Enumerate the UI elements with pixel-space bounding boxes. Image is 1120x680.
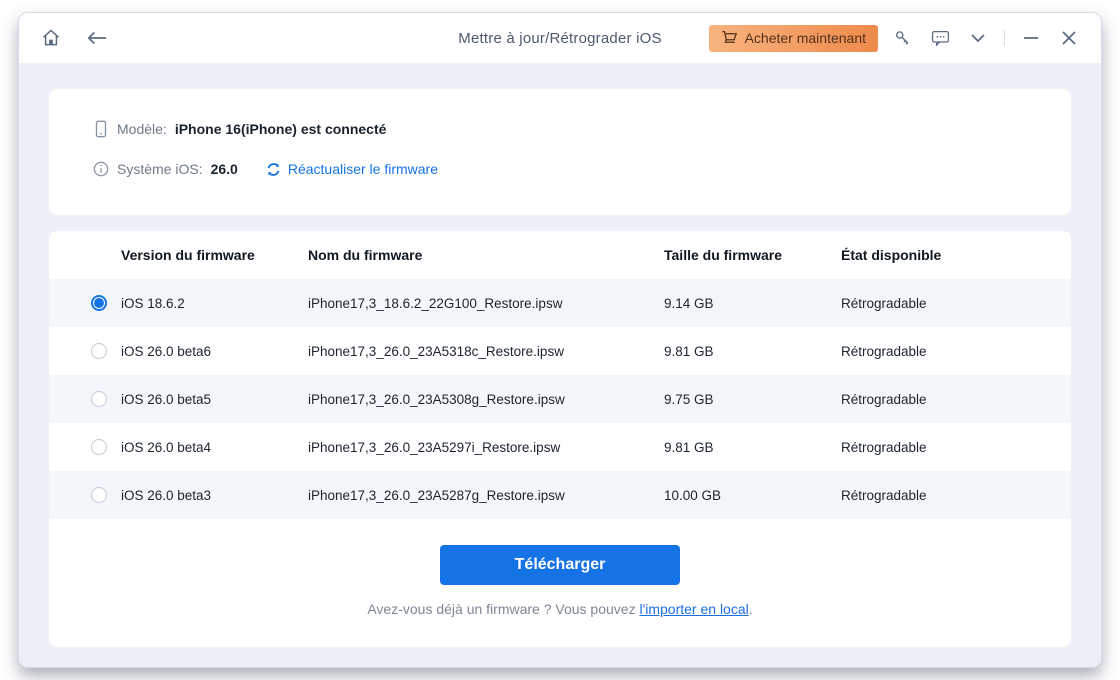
import-hint-suffix: .	[749, 601, 753, 617]
firmware-radio[interactable]	[91, 487, 107, 503]
firmware-panel: Version du firmware Nom du firmware Tail…	[49, 231, 1071, 647]
firmware-size: 9.81 GB	[664, 344, 841, 359]
firmware-status: Rétrogradable	[841, 488, 1071, 503]
firmware-status: Rétrogradable	[841, 392, 1071, 407]
main-content: Modèle: iPhone 16(iPhone) est connecté S…	[19, 63, 1101, 647]
firmware-table-header: Version du firmware Nom du firmware Tail…	[49, 231, 1071, 279]
buy-now-label: Acheter maintenant	[745, 30, 866, 46]
firmware-size: 10.00 GB	[664, 488, 841, 503]
import-local-link[interactable]: l'importer en local	[639, 601, 748, 617]
firmware-status: Rétrogradable	[841, 344, 1071, 359]
home-icon	[41, 28, 61, 48]
back-button[interactable]	[83, 24, 111, 52]
firmware-radio[interactable]	[91, 343, 107, 359]
title-bar: Mettre à jour/Rétrograder iOS Acheter ma…	[19, 13, 1101, 63]
firmware-row[interactable]: iOS 26.0 beta5 iPhone17,3_26.0_23A5308g_…	[49, 375, 1071, 423]
firmware-radio[interactable]	[91, 295, 107, 311]
key-icon	[893, 29, 911, 47]
minimize-button[interactable]	[1017, 24, 1045, 52]
app-window: Mettre à jour/Rétrograder iOS Acheter ma…	[18, 12, 1102, 668]
firmware-status: Rétrogradable	[841, 296, 1071, 311]
buy-now-button[interactable]: Acheter maintenant	[709, 25, 878, 52]
firmware-row[interactable]: iOS 18.6.2 iPhone17,3_18.6.2_22G100_Rest…	[49, 279, 1071, 327]
model-label: Modèle:	[117, 121, 167, 137]
actions-area: Télécharger Avez-vous déjà un firmware ?…	[49, 519, 1071, 617]
home-button[interactable]	[37, 24, 65, 52]
feedback-button[interactable]	[926, 24, 954, 52]
import-hint: Avez-vous déjà un firmware ? Vous pouvez…	[49, 601, 1071, 617]
system-label: Système iOS:	[117, 161, 203, 177]
minimize-icon	[1024, 36, 1038, 40]
menu-dropdown-button[interactable]	[964, 24, 992, 52]
phone-icon	[93, 120, 109, 138]
firmware-version: iOS 18.6.2	[121, 296, 185, 311]
firmware-version: iOS 26.0 beta5	[121, 392, 211, 407]
titlebar-divider	[1004, 30, 1005, 46]
firmware-size: 9.75 GB	[664, 392, 841, 407]
firmware-radio[interactable]	[91, 391, 107, 407]
firmware-version: iOS 26.0 beta4	[121, 440, 211, 455]
firmware-name: iPhone17,3_26.0_23A5318c_Restore.ipsw	[308, 344, 664, 359]
refresh-link-label: Réactualiser le firmware	[288, 161, 438, 177]
firmware-status: Rétrogradable	[841, 440, 1071, 455]
device-system-row: Système iOS: 26.0 Réactualiser le firmwa…	[93, 153, 1071, 185]
firmware-name: iPhone17,3_18.6.2_22G100_Restore.ipsw	[308, 296, 664, 311]
close-icon	[1062, 31, 1076, 45]
firmware-version: iOS 26.0 beta3	[121, 488, 211, 503]
device-info-panel: Modèle: iPhone 16(iPhone) est connecté S…	[49, 89, 1071, 215]
firmware-name: iPhone17,3_26.0_23A5308g_Restore.ipsw	[308, 392, 664, 407]
register-button[interactable]	[888, 24, 916, 52]
close-button[interactable]	[1055, 24, 1083, 52]
firmware-size: 9.14 GB	[664, 296, 841, 311]
system-value: 26.0	[211, 161, 238, 177]
cart-icon	[721, 30, 738, 46]
back-arrow-icon	[86, 30, 108, 46]
firmware-table-body: iOS 18.6.2 iPhone17,3_18.6.2_22G100_Rest…	[49, 279, 1071, 519]
chevron-down-icon	[970, 33, 986, 43]
firmware-name: iPhone17,3_26.0_23A5287g_Restore.ipsw	[308, 488, 664, 503]
header-status: État disponible	[841, 247, 1071, 263]
firmware-size: 9.81 GB	[664, 440, 841, 455]
header-name: Nom du firmware	[308, 247, 664, 263]
chat-icon	[931, 29, 950, 47]
firmware-row[interactable]: iOS 26.0 beta6 iPhone17,3_26.0_23A5318c_…	[49, 327, 1071, 375]
header-size: Taille du firmware	[664, 247, 841, 263]
firmware-name: iPhone17,3_26.0_23A5297i_Restore.ipsw	[308, 440, 664, 455]
import-hint-prefix: Avez-vous déjà un firmware ? Vous pouvez	[367, 601, 639, 617]
info-icon	[93, 161, 109, 177]
firmware-row[interactable]: iOS 26.0 beta3 iPhone17,3_26.0_23A5287g_…	[49, 471, 1071, 519]
firmware-radio[interactable]	[91, 439, 107, 455]
device-model-row: Modèle: iPhone 16(iPhone) est connecté	[93, 113, 1071, 145]
firmware-version: iOS 26.0 beta6	[121, 344, 211, 359]
download-button[interactable]: Télécharger	[440, 545, 680, 585]
firmware-row[interactable]: iOS 26.0 beta4 iPhone17,3_26.0_23A5297i_…	[49, 423, 1071, 471]
refresh-icon	[266, 162, 281, 177]
refresh-firmware-link[interactable]: Réactualiser le firmware	[266, 161, 438, 177]
header-version: Version du firmware	[49, 247, 308, 263]
model-value: iPhone 16(iPhone) est connecté	[175, 121, 387, 137]
